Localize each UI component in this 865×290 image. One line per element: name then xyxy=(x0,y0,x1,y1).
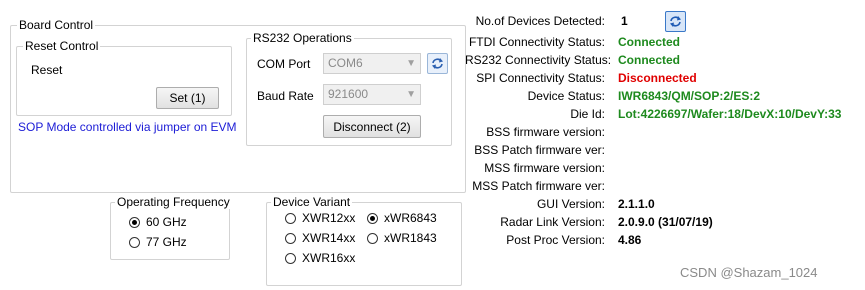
radio-circle xyxy=(367,232,378,244)
radio-dot xyxy=(370,215,375,221)
status-label: Radar Link Version: xyxy=(500,215,605,229)
status-value: 2.0.9.0 (31/07/19) xyxy=(618,215,713,229)
status-value: Disconnected xyxy=(618,71,697,85)
status-label: Device Status: xyxy=(527,89,605,103)
radio-circle xyxy=(285,232,296,244)
radio-77ghz[interactable]: 77 GHz xyxy=(129,235,187,249)
devices-detected-label: No.of Devices Detected: xyxy=(475,14,605,28)
reset-control-group: Reset Control Reset Set (1) xyxy=(16,39,232,116)
radio-circle xyxy=(367,212,378,224)
status-value: IWR6843/QM/SOP:2/ES:2 xyxy=(618,89,761,103)
radio-60ghz-label: 60 GHz xyxy=(146,215,187,229)
status-value: Connected xyxy=(618,35,681,49)
reset-control-title: Reset Control xyxy=(23,39,101,53)
refresh-devices-button[interactable] xyxy=(665,11,686,32)
sop-mode-note: SOP Mode controlled via jumper on EVM xyxy=(18,120,237,134)
operating-frequency-group: Operating Frequency 60 GHz 77 GHz xyxy=(110,195,232,260)
board-control-title: Board Control xyxy=(17,18,96,32)
com-port-value: COM6 xyxy=(328,56,363,70)
reset-label: Reset xyxy=(31,63,63,77)
radio-xwr16xx[interactable]: XWR16xx xyxy=(285,251,355,265)
operating-frequency-title: Operating Frequency xyxy=(115,195,232,209)
chevron-down-icon: ▼ xyxy=(406,89,416,100)
radio-xwr6843[interactable]: xWR6843 xyxy=(367,211,437,225)
radio-60ghz[interactable]: 60 GHz xyxy=(129,215,187,229)
devices-detected-value: 1 xyxy=(621,14,628,28)
status-label: Post Proc Version: xyxy=(506,233,605,247)
radio-xwr12xx-label: XWR12xx xyxy=(302,211,356,225)
set-button[interactable]: Set (1) xyxy=(156,87,219,109)
status-value: Connected xyxy=(618,53,681,67)
radio-xwr14xx[interactable]: XWR14xx xyxy=(285,231,355,245)
radio-circle xyxy=(129,236,140,248)
com-port-select[interactable]: COM6 ▼ xyxy=(323,53,421,74)
radio-xwr6843-label: xWR6843 xyxy=(384,211,437,225)
status-label: BSS firmware version: xyxy=(486,125,605,139)
status-value: Lot:4226697/Wafer:18/DevX:10/DevY:33 xyxy=(618,107,842,121)
rs232-operations-title: RS232 Operations xyxy=(251,31,354,45)
radio-circle xyxy=(129,216,140,228)
device-variant-title: Device Variant xyxy=(271,195,353,209)
status-label: BSS Patch firmware ver: xyxy=(474,143,605,157)
com-port-label: COM Port xyxy=(257,57,311,71)
refresh-icon xyxy=(670,16,681,27)
baud-rate-label: Baud Rate xyxy=(257,89,314,103)
refresh-icon xyxy=(432,58,443,69)
status-label: Die Id: xyxy=(570,107,605,121)
disconnect-button[interactable]: Disconnect (2) xyxy=(323,115,421,138)
status-value: 4.86 xyxy=(618,233,642,247)
radio-xwr1843-label: xWR1843 xyxy=(384,231,437,245)
refresh-ports-button[interactable] xyxy=(427,53,448,74)
rs232-operations-group: RS232 Operations COM Port COM6 ▼ Baud Ra… xyxy=(246,31,452,146)
status-label: MSS Patch firmware ver: xyxy=(472,179,605,193)
radio-xwr14xx-label: XWR14xx xyxy=(302,231,356,245)
status-label: MSS firmware version: xyxy=(484,161,605,175)
status-label: SPI Connectivity Status: xyxy=(476,71,605,85)
chevron-down-icon: ▼ xyxy=(406,58,416,69)
radio-circle xyxy=(285,212,296,224)
status-value: 2.1.1.0 xyxy=(618,197,655,211)
watermark: CSDN @Shazam_1024 xyxy=(680,265,818,280)
radio-xwr16xx-label: XWR16xx xyxy=(302,251,356,265)
status-label: FTDI Connectivity Status: xyxy=(468,35,605,49)
baud-rate-value: 921600 xyxy=(328,87,369,101)
radio-circle xyxy=(285,252,296,264)
status-label: RS232 Connectivity Status: xyxy=(465,53,612,67)
baud-rate-select[interactable]: 921600 ▼ xyxy=(323,84,421,105)
radio-77ghz-label: 77 GHz xyxy=(146,235,187,249)
radio-xwr12xx[interactable]: XWR12xx xyxy=(285,211,355,225)
status-label: GUI Version: xyxy=(536,197,605,211)
device-variant-group: Device Variant XWR12xx xWR6843 XWR14xx x… xyxy=(266,195,462,286)
radio-dot xyxy=(132,219,137,225)
radio-xwr1843[interactable]: xWR1843 xyxy=(367,231,437,245)
